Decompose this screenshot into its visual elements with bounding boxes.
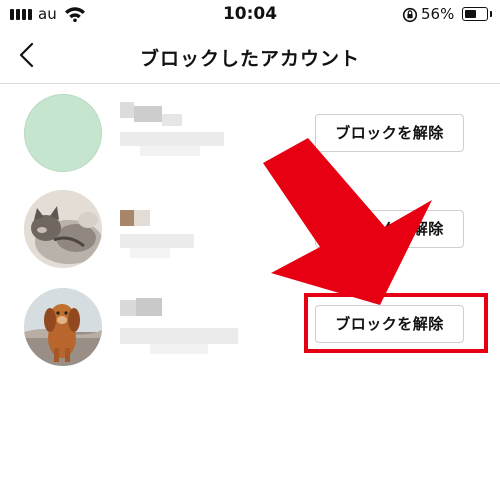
status-bar: au 10:04 56% bbox=[0, 0, 500, 30]
plain-green-avatar[interactable] bbox=[24, 94, 102, 172]
battery-icon bbox=[462, 7, 488, 21]
battery-percent: 56% bbox=[421, 5, 455, 23]
blocked-account-row: ブロックを解除 bbox=[0, 84, 500, 184]
battery-level-fill bbox=[464, 9, 476, 18]
unblock-button[interactable]: ブロックを解除 bbox=[315, 114, 464, 152]
page-title: ブロックしたアカウント bbox=[139, 48, 360, 70]
cat-photo-avatar[interactable] bbox=[24, 190, 102, 268]
blurred-username bbox=[120, 210, 134, 226]
dog-photo-avatar[interactable] bbox=[24, 288, 102, 366]
blurred-username bbox=[136, 298, 162, 316]
blurred-username bbox=[120, 102, 134, 118]
blurred-fullname bbox=[150, 344, 208, 354]
blurred-username bbox=[134, 106, 162, 122]
blurred-fullname bbox=[120, 328, 238, 344]
blurred-fullname bbox=[130, 248, 170, 258]
blurred-fullname bbox=[120, 132, 224, 146]
highlight-box bbox=[304, 293, 488, 353]
navigation-header: ブロックしたアカウント bbox=[0, 30, 500, 84]
blurred-fullname bbox=[120, 234, 194, 248]
rotation-lock-icon bbox=[402, 7, 418, 27]
battery-cap bbox=[490, 11, 492, 17]
blurred-username bbox=[162, 114, 182, 126]
blurred-username bbox=[120, 300, 136, 316]
blurred-fullname bbox=[140, 146, 200, 156]
blocked-account-row: ブロックを解除 bbox=[0, 184, 500, 284]
unblock-button[interactable]: ブロックを解除 bbox=[315, 210, 464, 248]
blurred-username bbox=[134, 210, 150, 226]
